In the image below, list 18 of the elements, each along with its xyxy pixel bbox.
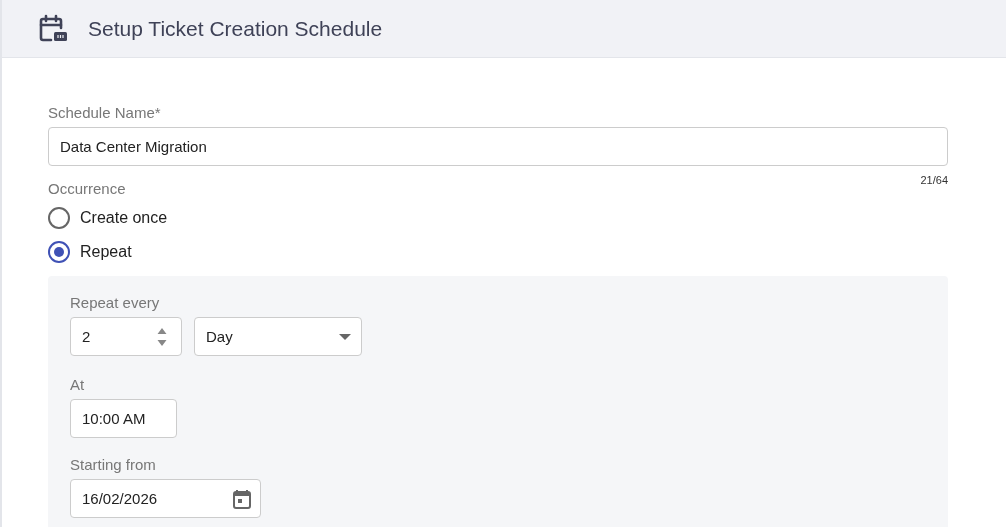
schedule-name-field[interactable]: Data Center Migration bbox=[48, 127, 948, 166]
interval-spinner[interactable]: 2 bbox=[70, 317, 182, 356]
unit-dropdown[interactable]: Day bbox=[194, 317, 362, 356]
character-counter: 21/64 bbox=[920, 174, 948, 186]
date-field[interactable]: 16/02/2026 bbox=[70, 479, 261, 518]
field-label: Schedule Name* bbox=[48, 104, 161, 121]
radio-label[interactable]: Create once bbox=[80, 209, 168, 227]
field-label: At bbox=[70, 376, 85, 393]
radio-label[interactable]: Repeat bbox=[80, 243, 132, 261]
calendar-icon bbox=[233, 488, 251, 509]
page-title: Setup Ticket Creation Schedule bbox=[88, 16, 383, 41]
field-label: Repeat every bbox=[70, 294, 160, 311]
time-field[interactable]: 10:00 AM bbox=[70, 399, 177, 438]
field-label: Starting from bbox=[70, 456, 156, 473]
radio-button[interactable] bbox=[48, 207, 70, 229]
field-label: Occurrence bbox=[48, 180, 126, 197]
caret-icon bbox=[339, 333, 351, 340]
radio-button[interactable] bbox=[48, 241, 70, 263]
